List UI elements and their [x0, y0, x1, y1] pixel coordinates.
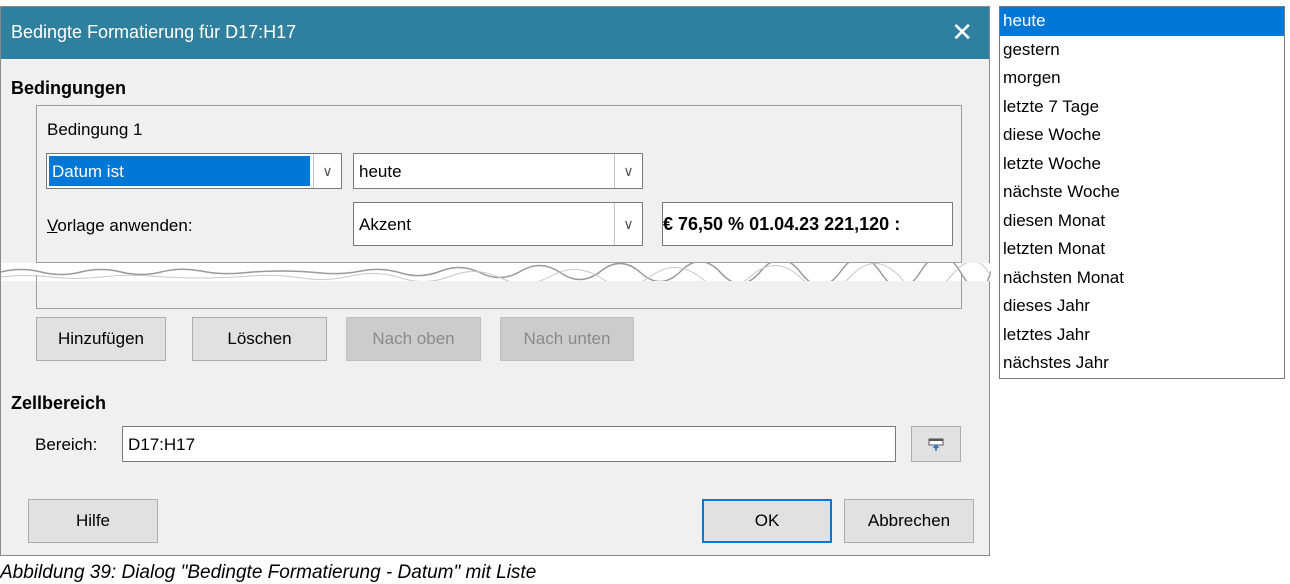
date-options-list[interactable]: heute gestern morgen letzte 7 Tage diese…: [999, 6, 1285, 379]
list-item[interactable]: letzte 7 Tage: [1000, 93, 1284, 122]
add-button[interactable]: Hinzufügen: [36, 317, 166, 361]
range-value: D17:H17: [128, 435, 196, 454]
close-icon[interactable]: ✕: [951, 17, 973, 48]
delete-button-label: Löschen: [227, 329, 292, 348]
list-item[interactable]: letzten Monat: [1000, 235, 1284, 264]
condition-type-select[interactable]: Datum ist ∨: [46, 153, 342, 189]
list-item[interactable]: nächstes Jahr: [1000, 349, 1284, 378]
date-value-select[interactable]: heute ∨: [353, 153, 643, 189]
chevron-down-icon[interactable]: ∨: [614, 203, 642, 245]
range-input[interactable]: D17:H17: [122, 426, 896, 462]
condition-type-value: Datum ist: [49, 156, 310, 186]
style-select[interactable]: Akzent ∨: [353, 202, 643, 246]
list-item[interactable]: nächsten Monat: [1000, 264, 1284, 293]
list-item[interactable]: letzte Woche: [1000, 150, 1284, 179]
dialog-title: Bedingte Formatierung für D17:H17: [11, 22, 297, 42]
list-item[interactable]: diesen Monat: [1000, 207, 1284, 236]
figure-caption: Abbildung 39: Dialog "Bedingte Formatier…: [0, 562, 537, 583]
move-up-button-label: Nach oben: [372, 329, 455, 348]
conditional-formatting-dialog: Bedingte Formatierung für D17:H17 ✕ Bedi…: [0, 6, 991, 556]
dialog-titlebar: Bedingte Formatierung für D17:H17 ✕: [1, 7, 989, 59]
list-item[interactable]: letztes Jahr: [1000, 321, 1284, 350]
range-label: Bereich:: [35, 435, 98, 454]
style-preview: € 76,50 % 01.04.23 221,120 :: [662, 202, 953, 246]
shrink-icon: [928, 438, 944, 451]
list-item[interactable]: diese Woche: [1000, 121, 1284, 150]
move-down-button-label: Nach unten: [523, 329, 611, 348]
condition-title: Bedingung 1: [47, 120, 143, 139]
move-down-button[interactable]: Nach unten: [500, 317, 634, 361]
list-item[interactable]: morgen: [1000, 64, 1284, 93]
date-value: heute: [359, 162, 402, 181]
chevron-down-icon[interactable]: ∨: [614, 154, 642, 188]
delete-button[interactable]: Löschen: [192, 317, 327, 361]
ok-button-label: OK: [754, 511, 780, 530]
add-button-label: Hinzufügen: [57, 329, 144, 348]
chevron-down-icon[interactable]: ∨: [313, 154, 341, 188]
condition-frame-bottom: [36, 275, 962, 309]
style-value: Akzent: [359, 215, 411, 234]
shrink-button[interactable]: [911, 426, 961, 462]
list-item[interactable]: dieses Jahr: [1000, 292, 1284, 321]
ok-button[interactable]: OK: [702, 499, 832, 543]
help-button-label: Hilfe: [75, 511, 110, 530]
conditions-label: Bedingungen: [11, 78, 126, 98]
move-up-button[interactable]: Nach oben: [346, 317, 481, 361]
cell-range-label: Zellbereich: [11, 393, 107, 413]
apply-style-label: Vorlage anwenden:: [47, 216, 193, 235]
cancel-button[interactable]: Abbrechen: [844, 499, 974, 543]
list-item[interactable]: heute: [1000, 7, 1284, 36]
list-item[interactable]: nächste Woche: [1000, 178, 1284, 207]
help-button[interactable]: Hilfe: [28, 499, 158, 543]
apply-style-label-text: orlage anwenden:: [57, 216, 193, 235]
cancel-button-label: Abbrechen: [867, 511, 951, 530]
list-item[interactable]: gestern: [1000, 36, 1284, 65]
